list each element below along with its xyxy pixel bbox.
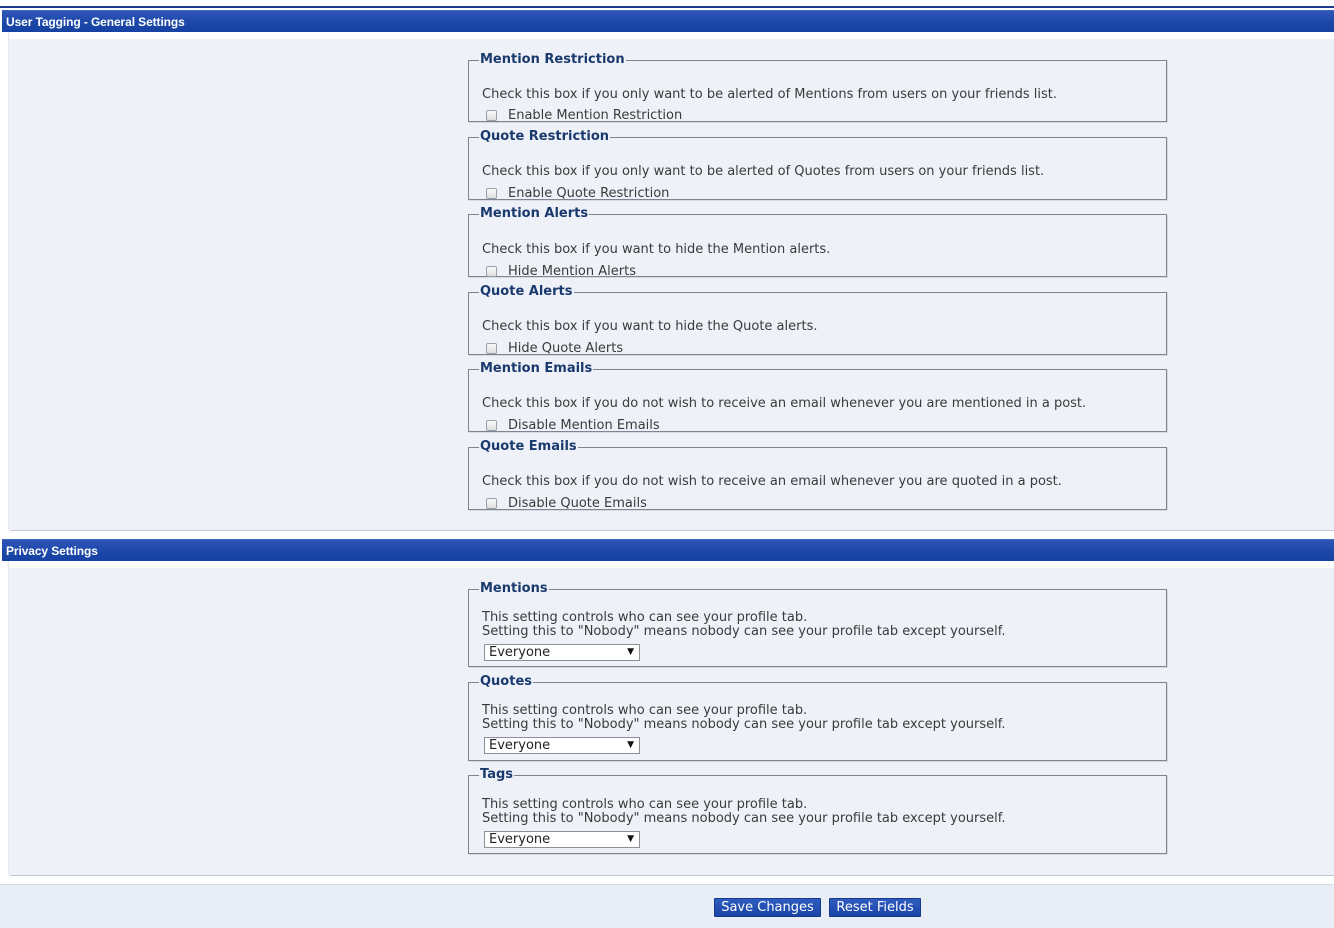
quotes-privacy-legend: Quotes [480, 674, 533, 689]
mention-emails-description: Check this box if you do not wish to rec… [482, 396, 1087, 411]
reset-fields-button[interactable]: Reset Fields [829, 898, 921, 917]
quote-restriction-row[interactable]: Enable Quote Restriction [486, 186, 669, 201]
general-section-divider [10, 530, 1334, 531]
mention-restriction-label[interactable]: Enable Mention Restriction [508, 108, 682, 123]
mention-restriction-description: Check this box if you only want to be al… [482, 87, 1058, 102]
quote-emails-description: Check this box if you do not wish to rec… [482, 474, 1062, 489]
tags-privacy-fieldset: Tags This setting controls who can see y… [468, 768, 1167, 854]
general-settings-header: User Tagging - General Settings [2, 10, 1334, 32]
quote-restriction-fieldset: Quote Restriction Check this box if you … [468, 129, 1167, 201]
privacy-section-divider [10, 875, 1334, 876]
mention-emails-label[interactable]: Disable Mention Emails [508, 418, 660, 433]
tags-privacy-line1: This setting controls who can see your p… [482, 797, 808, 812]
chevron-down-icon: ▼ [627, 834, 634, 844]
quote-alerts-row[interactable]: Hide Quote Alerts [486, 341, 623, 356]
mentions-privacy-select[interactable]: Everyone ▼ [484, 644, 640, 661]
mention-alerts-row[interactable]: Hide Mention Alerts [486, 264, 636, 279]
mention-emails-legend: Mention Emails [480, 361, 593, 376]
save-changes-button[interactable]: Save Changes [714, 898, 821, 917]
mention-alerts-description: Check this box if you want to hide the M… [482, 242, 831, 257]
quote-alerts-description: Check this box if you want to hide the Q… [482, 319, 818, 334]
quote-emails-legend: Quote Emails [480, 439, 577, 454]
mentions-privacy-fieldset: Mentions This setting controls who can s… [468, 582, 1167, 667]
mention-emails-row[interactable]: Disable Mention Emails [486, 418, 660, 433]
tags-privacy-selected: Everyone [489, 832, 551, 847]
chevron-down-icon: ▼ [627, 647, 634, 657]
mention-restriction-fieldset: Mention Restriction Check this box if yo… [468, 52, 1167, 123]
mentions-privacy-selected: Everyone [489, 645, 551, 660]
quotes-privacy-select[interactable]: Everyone ▼ [484, 737, 640, 754]
mention-restriction-legend: Mention Restriction [480, 52, 625, 67]
tags-privacy-legend: Tags [480, 767, 514, 782]
mention-alerts-checkbox[interactable] [486, 266, 497, 277]
quote-restriction-label[interactable]: Enable Quote Restriction [508, 186, 669, 201]
quote-emails-checkbox[interactable] [486, 498, 497, 509]
mention-restriction-checkbox[interactable] [486, 110, 497, 121]
quotes-privacy-fieldset: Quotes This setting controls who can see… [468, 675, 1167, 761]
quotes-privacy-selected: Everyone [489, 738, 551, 753]
chevron-down-icon: ▼ [627, 740, 634, 750]
quotes-privacy-line1: This setting controls who can see your p… [482, 703, 808, 718]
mentions-privacy-line2: Setting this to "Nobody" means nobody ca… [482, 624, 1006, 639]
mentions-privacy-legend: Mentions [480, 581, 548, 596]
form-footer [0, 884, 1334, 928]
quote-emails-fieldset: Quote Emails Check this box if you do no… [468, 439, 1167, 511]
mention-alerts-legend: Mention Alerts [480, 206, 589, 221]
tags-privacy-select[interactable]: Everyone ▼ [484, 831, 640, 848]
quote-alerts-label[interactable]: Hide Quote Alerts [508, 341, 623, 356]
quotes-privacy-line2: Setting this to "Nobody" means nobody ca… [482, 717, 1006, 732]
top-rule [0, 6, 1334, 8]
quote-alerts-fieldset: Quote Alerts Check this box if you want … [468, 284, 1167, 356]
privacy-settings-header: Privacy Settings [2, 539, 1334, 561]
quote-restriction-description: Check this box if you only want to be al… [482, 164, 1045, 179]
mention-alerts-label[interactable]: Hide Mention Alerts [508, 264, 636, 279]
mention-emails-fieldset: Mention Emails Check this box if you do … [468, 361, 1167, 433]
quote-restriction-legend: Quote Restriction [480, 129, 610, 144]
quote-alerts-checkbox[interactable] [486, 343, 497, 354]
mentions-privacy-line1: This setting controls who can see your p… [482, 610, 808, 625]
quote-emails-row[interactable]: Disable Quote Emails [486, 496, 647, 511]
quote-restriction-checkbox[interactable] [486, 188, 497, 199]
mention-alerts-fieldset: Mention Alerts Check this box if you wan… [468, 206, 1167, 279]
tags-privacy-line2: Setting this to "Nobody" means nobody ca… [482, 811, 1006, 826]
quote-alerts-legend: Quote Alerts [480, 284, 573, 299]
quote-emails-label[interactable]: Disable Quote Emails [508, 496, 647, 511]
mention-emails-checkbox[interactable] [486, 420, 497, 431]
mention-restriction-row[interactable]: Enable Mention Restriction [486, 108, 682, 123]
